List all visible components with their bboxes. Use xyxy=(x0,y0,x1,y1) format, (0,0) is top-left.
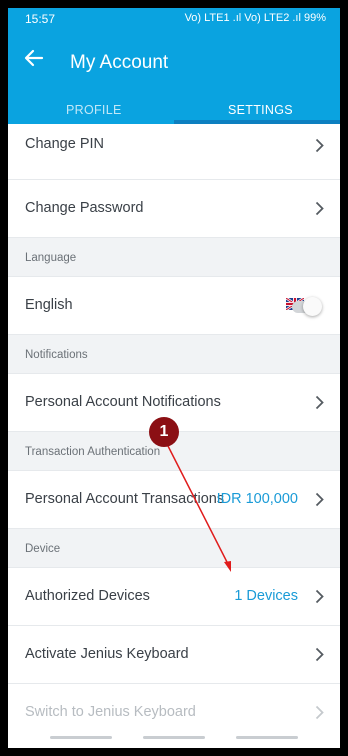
annotation-badge: 1 xyxy=(149,417,179,447)
annotation-arrow xyxy=(167,445,231,572)
